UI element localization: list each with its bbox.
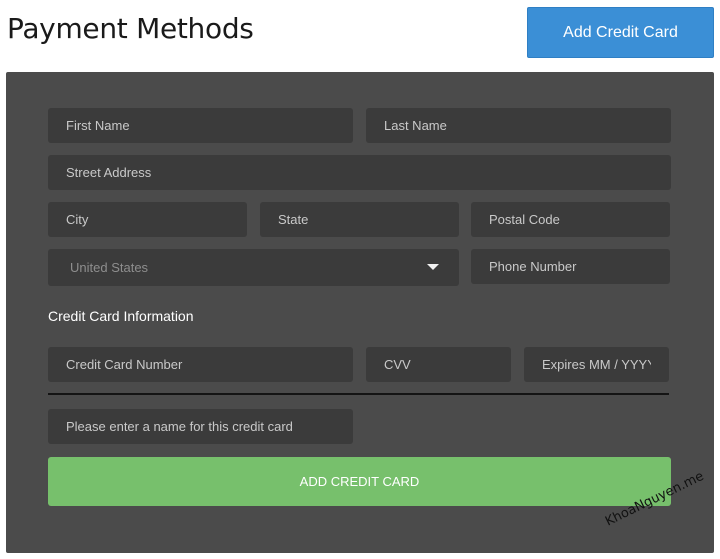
credit-card-section-label: Credit Card Information xyxy=(48,308,194,324)
first-name-input[interactable] xyxy=(48,108,353,143)
add-credit-card-header-button[interactable]: Add Credit Card xyxy=(527,7,714,58)
card-nickname-input[interactable] xyxy=(48,409,353,444)
phone-number-input[interactable] xyxy=(471,249,670,284)
street-address-input[interactable] xyxy=(48,155,671,190)
city-input[interactable] xyxy=(48,202,247,237)
postal-code-input[interactable] xyxy=(471,202,670,237)
expiration-date-input[interactable] xyxy=(524,347,669,382)
section-divider xyxy=(48,393,669,395)
country-select[interactable]: United States xyxy=(48,249,459,286)
add-credit-card-submit-button[interactable]: ADD CREDIT CARD xyxy=(48,457,671,506)
payment-methods-page: Payment Methods Add Credit Card United S… xyxy=(0,0,720,559)
credit-card-form-panel: United States Credit Card Information AD… xyxy=(6,72,714,553)
state-input[interactable] xyxy=(260,202,459,237)
caret-down-icon xyxy=(427,264,439,270)
page-title: Payment Methods xyxy=(7,12,254,45)
last-name-input[interactable] xyxy=(366,108,671,143)
credit-card-number-input[interactable] xyxy=(48,347,353,382)
cvv-input[interactable] xyxy=(366,347,511,382)
country-select-value: United States xyxy=(70,260,149,275)
